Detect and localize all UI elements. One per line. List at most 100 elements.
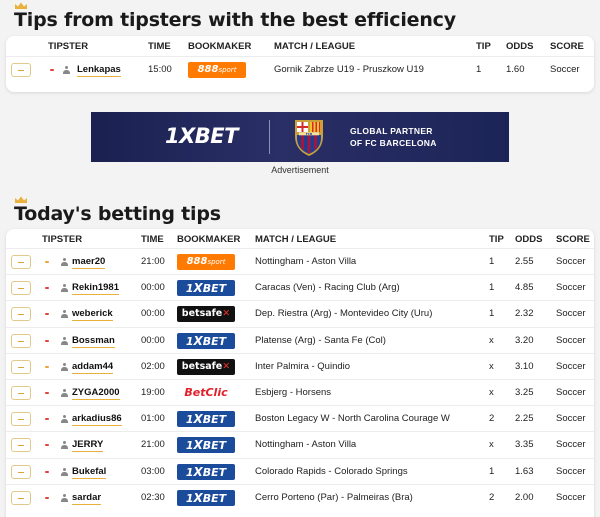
barcelona-crest-icon: FCB: [295, 120, 323, 156]
odds: 3.35: [515, 439, 534, 451]
table-row[interactable]: Bossman 00:00 1XBET Platense (Arg) - Santa …: [6, 326, 594, 354]
table-row[interactable]: Lenkapas 15:00 888sport Gornik Zabrze U1…: [6, 56, 594, 82]
tipster-name[interactable]: maer20: [72, 249, 106, 275]
match[interactable]: Cerro Porteno (Par) - Palmeiras (Bra): [255, 485, 483, 511]
advertisement-banner[interactable]: 1XBET FCB GLOBAL PARTNER OF FC BARCELONA: [91, 112, 509, 162]
star-icon[interactable]: [11, 281, 31, 296]
tipster-name[interactable]: Bukefal: [72, 459, 107, 485]
star-icon[interactable]: [11, 386, 31, 400]
time: 19:00: [141, 387, 165, 398]
user-icon: [61, 389, 68, 397]
odds: 3.10: [515, 360, 534, 372]
col-time: TIME: [141, 234, 164, 245]
bookmaker-logo[interactable]: 1XBET: [177, 437, 235, 454]
table-row[interactable]: Bukefal 03:00 1XBET Colorado Rapids - Color…: [6, 457, 594, 485]
sport: Soccer: [556, 282, 586, 294]
star-icon[interactable]: [11, 333, 31, 348]
time: 00:00: [141, 282, 165, 294]
ad-line-2: OF FC BARCELONA: [350, 138, 437, 148]
match[interactable]: Boston Legacy W - North Carolina Courage…: [255, 406, 483, 432]
crown-icon: [15, 2, 27, 9]
col-match: MATCH / LEAGUE: [255, 234, 337, 245]
rank-marker: [45, 392, 49, 394]
tipster-name[interactable]: addam44: [72, 354, 114, 380]
table-row[interactable]: maer20 21:00 888sport Nottingham - Aston Vi…: [6, 248, 594, 274]
rank-marker: [45, 313, 49, 316]
rank-marker: [50, 69, 54, 71]
rank-marker: [45, 261, 49, 263]
time: 00:00: [141, 308, 165, 320]
star-icon[interactable]: [11, 63, 31, 77]
rank-marker: [45, 470, 49, 473]
time: 00:00: [141, 334, 165, 346]
odds: 1.63: [515, 465, 534, 477]
table-row[interactable]: weberick 00:00 betsafe✕ Dep. Riestra (Arg) …: [6, 300, 594, 326]
bookmaker-logo[interactable]: betsafe✕: [177, 358, 235, 375]
col-odds: ODDS: [515, 234, 543, 245]
star-icon[interactable]: [11, 359, 31, 374]
tipster-name[interactable]: weberick: [72, 301, 113, 327]
rank-marker: [45, 418, 49, 421]
bookmaker-logo[interactable]: 1XBET: [177, 489, 235, 506]
match[interactable]: Dep. Riestra (Arg) - Montevideo City (Ur…: [255, 301, 483, 327]
tipster-name[interactable]: Bossman: [72, 328, 115, 354]
tipster-name[interactable]: ZYGA2000: [72, 380, 120, 406]
rank-marker: [45, 339, 49, 342]
match[interactable]: Inter Palmira - Quindio: [255, 354, 483, 380]
ad-divider: [269, 120, 270, 154]
table-row[interactable]: Rekin1981 00:00 1XBET Caracas (Ven) - Racin…: [6, 274, 594, 300]
user-icon: [61, 415, 68, 424]
table-row[interactable]: ZYGA2000 19:00 BetClic Esbjerg - Horsens x 3.…: [6, 379, 594, 405]
star-icon[interactable]: [11, 464, 31, 479]
tipster-name[interactable]: Rekin1981: [72, 275, 120, 301]
crest-text: FCB: [306, 132, 313, 136]
time: 21:00: [141, 439, 165, 451]
ad-partner-text: GLOBAL PARTNER OF FC BARCELONA: [350, 125, 437, 149]
table-row[interactable]: arkadius86 01:00 1XBET Boston Legacy W - No…: [6, 405, 594, 431]
star-icon[interactable]: [11, 255, 31, 269]
table-header: TIPSTER TIME BOOKMAKER MATCH / LEAGUE TI…: [6, 229, 594, 247]
match[interactable]: Esbjerg - Horsens: [255, 380, 483, 406]
match[interactable]: Gornik Zabrze U19 - Pruszkow U19: [274, 57, 469, 83]
table-row[interactable]: sardar 02:30 1XBET Cerro Porteno (Par) - Pa…: [6, 483, 594, 511]
bookmaker-888sport-logo[interactable]: 888sport: [188, 62, 246, 78]
time: 02:00: [141, 360, 165, 372]
match[interactable]: Caracas (Ven) - Racing Club (Arg): [255, 275, 483, 301]
tipster-name[interactable]: arkadius86: [72, 406, 122, 432]
bookmaker-logo[interactable]: 1XBET: [177, 411, 235, 428]
table-row[interactable]: addam44 02:00 betsafe✕ Inter Palmira - Quin…: [6, 352, 594, 380]
sport: Soccer: [556, 334, 586, 346]
sport: Soccer: [556, 439, 586, 451]
todays-tips-title-text: Today's betting tips: [14, 203, 221, 225]
match[interactable]: Nottingham - Aston Villa: [255, 432, 483, 458]
odds: 3.20: [515, 334, 534, 346]
odds: 1.60: [506, 64, 525, 75]
bookmaker-logo[interactable]: BetClic: [177, 385, 235, 401]
match[interactable]: Colorado Rapids - Colorado Springs: [255, 459, 483, 485]
match[interactable]: Nottingham - Aston Villa: [255, 249, 483, 275]
tipster-name[interactable]: sardar: [72, 485, 102, 511]
bookmaker-logo[interactable]: 1XBET: [177, 332, 235, 349]
star-icon[interactable]: [11, 307, 31, 322]
tipster-name[interactable]: Lenkapas: [77, 57, 121, 83]
star-icon[interactable]: [11, 490, 31, 505]
user-icon: [61, 467, 68, 476]
table-row[interactable]: JERRY 21:00 1XBET Nottingham - Aston Villa x…: [6, 431, 594, 457]
rank-marker: [45, 365, 49, 368]
col-match: MATCH / LEAGUE: [274, 41, 356, 52]
user-icon: [61, 493, 68, 502]
sport: Soccer: [556, 387, 586, 398]
star-icon[interactable]: [11, 412, 31, 427]
ad-brand-logo: 1XBET: [165, 124, 238, 148]
time: 21:00: [141, 256, 165, 267]
rank-marker: [45, 444, 49, 447]
best-efficiency-table: TIPSTER TIME BOOKMAKER MATCH / LEAGUE TI…: [6, 36, 594, 92]
bookmaker-logo[interactable]: 1XBET: [177, 463, 235, 480]
match[interactable]: Platense (Arg) - Santa Fe (Col): [255, 328, 483, 354]
bookmaker-logo[interactable]: 888sport: [177, 254, 235, 270]
tipster-name[interactable]: JERRY: [72, 432, 104, 458]
sport: Soccer: [556, 360, 586, 372]
bookmaker-logo[interactable]: betsafe✕: [177, 306, 235, 323]
bookmaker-logo[interactable]: 1XBET: [177, 280, 235, 297]
star-icon[interactable]: [11, 438, 31, 453]
